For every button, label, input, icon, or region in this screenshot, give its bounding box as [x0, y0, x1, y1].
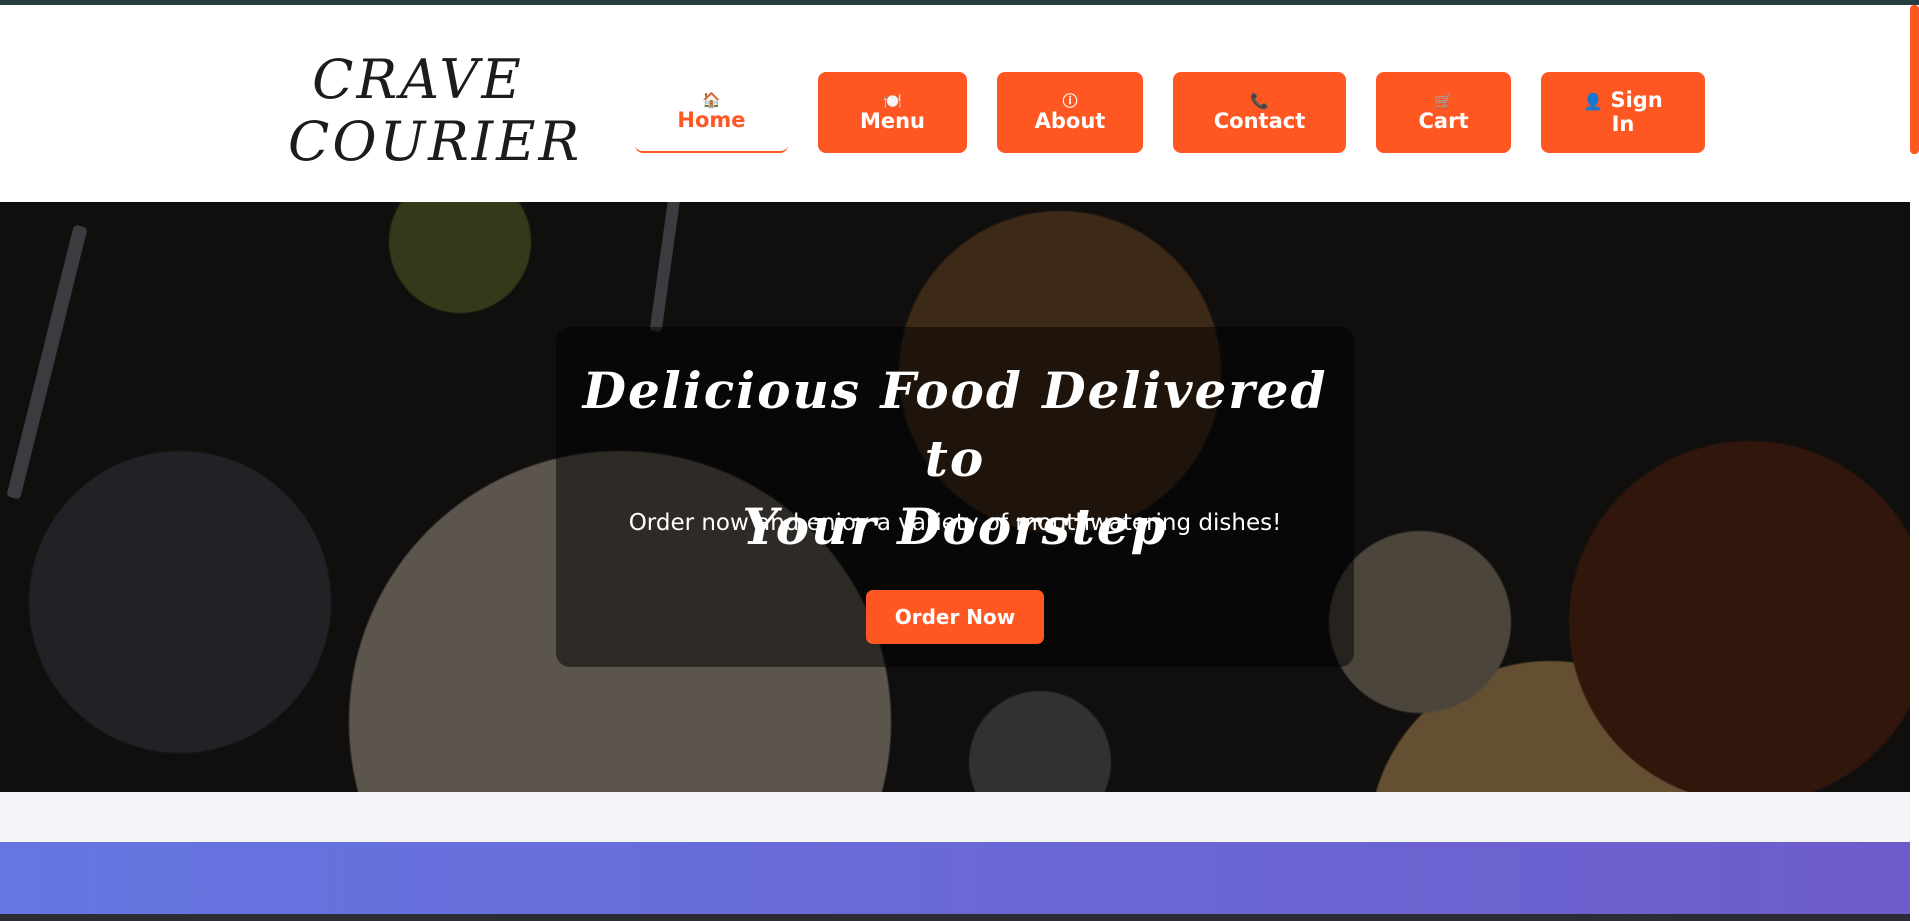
- site-header: CRAVE COURIER 🏠 Home 🍽️ Menu ⓘ About 📞 C…: [0, 5, 1910, 202]
- nav-home[interactable]: 🏠 Home: [635, 72, 788, 153]
- nav-contact-label: Contact: [1213, 109, 1306, 133]
- brand-logo-line2: COURIER: [288, 110, 583, 173]
- nav-contact[interactable]: 📞 Contact: [1173, 72, 1346, 153]
- scrollbar-thumb[interactable]: [1910, 5, 1919, 154]
- home-icon: 🏠: [702, 91, 721, 109]
- brand-logo-line1: CRAVE: [312, 48, 524, 111]
- nav-sign-in-label-line1: Sign: [1610, 88, 1663, 112]
- bottom-edge: [0, 914, 1919, 921]
- hero-section: Delicious Food Delivered to Your Doorste…: [0, 202, 1910, 792]
- fork-decoration: [649, 202, 683, 333]
- brand-logo[interactable]: CRAVE COURIER: [288, 48, 583, 173]
- hero-subtitle: Order now and enjoy a variety of mouthwa…: [628, 510, 1282, 536]
- hero-title-line1: Delicious Food Delivered to: [582, 361, 1328, 488]
- nav-menu[interactable]: 🍽️ Menu: [818, 72, 967, 153]
- nav-home-label: Home: [677, 108, 746, 132]
- fork-decoration: [6, 224, 88, 500]
- plate-icon: 🍽️: [883, 92, 902, 110]
- nav-cart[interactable]: 🛒 Cart: [1376, 72, 1511, 153]
- nav-about[interactable]: ⓘ About: [997, 72, 1143, 153]
- user-icon: 👤: [1583, 92, 1604, 111]
- cart-icon: 🛒: [1434, 92, 1453, 110]
- nav-sign-in[interactable]: 👤 Sign In: [1541, 72, 1705, 153]
- info-icon: ⓘ: [1062, 92, 1078, 110]
- page: CRAVE COURIER 🏠 Home 🍽️ Menu ⓘ About 📞 C…: [0, 0, 1919, 921]
- nav-sign-in-label-line2: In: [1611, 112, 1635, 136]
- order-now-button[interactable]: Order Now: [866, 590, 1044, 644]
- nav-about-label: About: [1034, 109, 1106, 133]
- features-band: [0, 842, 1910, 921]
- nav-cart-label: Cart: [1418, 109, 1469, 133]
- phone-icon: 📞: [1250, 92, 1269, 110]
- nav-menu-label: Menu: [859, 109, 926, 133]
- hero-card: Delicious Food Delivered to Your Doorste…: [556, 327, 1354, 667]
